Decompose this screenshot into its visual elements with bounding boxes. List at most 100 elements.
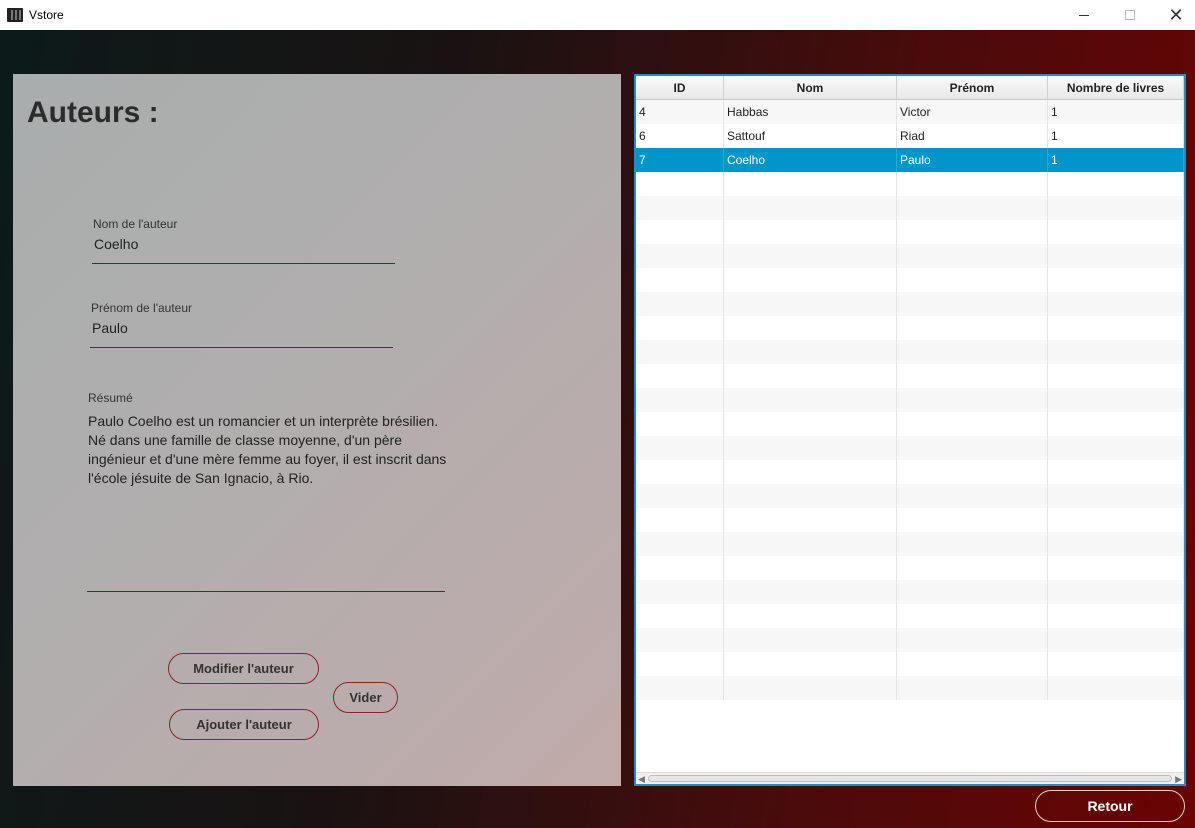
- empty-cell: [897, 604, 1048, 628]
- empty-cell: [897, 484, 1048, 508]
- horizontal-scrollbar[interactable]: ◀ ▶: [636, 772, 1184, 784]
- empty-cell: [636, 340, 724, 364]
- empty-cell: [1048, 604, 1184, 628]
- empty-cell: [636, 172, 724, 196]
- column-header-books[interactable]: Nombre de livres: [1048, 76, 1184, 100]
- table-row-empty: [636, 628, 1184, 652]
- column-header-prenom[interactable]: Prénom: [897, 76, 1048, 100]
- empty-cell: [1048, 580, 1184, 604]
- table-row-empty: [636, 388, 1184, 412]
- empty-cell: [724, 364, 897, 388]
- empty-cell: [1048, 340, 1184, 364]
- empty-cell: [724, 460, 897, 484]
- empty-cell: [724, 244, 897, 268]
- add-author-button[interactable]: Ajouter l'auteur: [169, 709, 319, 740]
- empty-cell: [897, 220, 1048, 244]
- author-name-underline: [92, 263, 395, 264]
- empty-cell: [1048, 652, 1184, 676]
- empty-cell: [897, 556, 1048, 580]
- empty-cell: [636, 604, 724, 628]
- empty-cell: [1048, 316, 1184, 340]
- empty-cell: [1048, 364, 1184, 388]
- main-area: Auteurs : Nom de l'auteur Coelho Prénom …: [0, 30, 1195, 828]
- summary-label: Résumé: [88, 391, 133, 405]
- modify-author-button[interactable]: Modifier l'auteur: [168, 653, 319, 684]
- author-name-label: Nom de l'auteur: [93, 217, 178, 231]
- author-firstname-input[interactable]: Paulo: [91, 320, 394, 336]
- empty-cell: [1048, 220, 1184, 244]
- empty-cell: [724, 532, 897, 556]
- cell-id: 4: [636, 100, 724, 124]
- table-row-empty: [636, 196, 1184, 220]
- author-firstname-underline: [90, 347, 393, 348]
- empty-cell: [897, 172, 1048, 196]
- table-row-empty: [636, 508, 1184, 532]
- empty-cell: [1048, 532, 1184, 556]
- table-row-empty: [636, 556, 1184, 580]
- minimize-icon: [1079, 14, 1089, 16]
- clear-button[interactable]: Vider: [333, 682, 398, 713]
- empty-cell: [897, 676, 1048, 700]
- empty-cell: [636, 484, 724, 508]
- empty-cell: [1048, 556, 1184, 580]
- author-firstname-field[interactable]: Prénom de l'auteur Paulo: [91, 301, 394, 336]
- scroll-left-icon[interactable]: ◀: [638, 773, 645, 784]
- table-row-empty: [636, 484, 1184, 508]
- table-row-empty: [636, 220, 1184, 244]
- table-row-selected[interactable]: 7 Coelho Paulo 1: [636, 148, 1184, 172]
- back-button[interactable]: Retour: [1035, 790, 1185, 822]
- empty-cell: [636, 628, 724, 652]
- summary-field: Résumé: [88, 391, 133, 405]
- close-button[interactable]: ✕: [1153, 0, 1195, 30]
- page-title: Auteurs :: [27, 96, 159, 129]
- cell-nom: Coelho: [724, 148, 897, 172]
- table-row-empty: [636, 172, 1184, 196]
- empty-cell: [724, 556, 897, 580]
- scroll-right-icon[interactable]: ▶: [1175, 773, 1182, 784]
- table-row-empty: [636, 268, 1184, 292]
- empty-cell: [897, 652, 1048, 676]
- cell-nom: Habbas: [724, 100, 897, 124]
- author-name-input[interactable]: Coelho: [93, 236, 396, 252]
- authors-table[interactable]: ID Nom Prénom Nombre de livres 4 Habbas …: [634, 74, 1186, 786]
- empty-cell: [1048, 196, 1184, 220]
- cell-books: 1: [1048, 124, 1184, 148]
- maximize-button[interactable]: [1107, 0, 1153, 30]
- author-firstname-label: Prénom de l'auteur: [91, 301, 193, 315]
- empty-cell: [724, 196, 897, 220]
- empty-cell: [1048, 172, 1184, 196]
- empty-cell: [897, 388, 1048, 412]
- empty-cell: [636, 316, 724, 340]
- cell-books: 1: [1048, 100, 1184, 124]
- minimize-button[interactable]: [1061, 0, 1107, 30]
- empty-cell: [636, 556, 724, 580]
- empty-cell: [1048, 436, 1184, 460]
- column-header-nom[interactable]: Nom: [724, 76, 897, 100]
- table-row-empty: [636, 244, 1184, 268]
- table-row[interactable]: 4 Habbas Victor 1: [636, 100, 1184, 124]
- empty-cell: [636, 460, 724, 484]
- empty-cell: [724, 436, 897, 460]
- column-header-id[interactable]: ID: [636, 76, 724, 100]
- scrollbar-thumb[interactable]: [648, 775, 1172, 782]
- empty-cell: [897, 628, 1048, 652]
- empty-cell: [724, 220, 897, 244]
- empty-cell: [724, 580, 897, 604]
- table-row[interactable]: 6 Sattouf Riad 1: [636, 124, 1184, 148]
- empty-cell: [897, 436, 1048, 460]
- empty-cell: [1048, 244, 1184, 268]
- empty-cell: [636, 292, 724, 316]
- cell-prenom: Riad: [897, 124, 1048, 148]
- author-name-field[interactable]: Nom de l'auteur Coelho: [93, 217, 396, 252]
- empty-cell: [1048, 460, 1184, 484]
- table-row-empty: [636, 532, 1184, 556]
- cell-prenom: Victor: [897, 100, 1048, 124]
- empty-cell: [636, 652, 724, 676]
- author-form-panel: Auteurs : Nom de l'auteur Coelho Prénom …: [13, 74, 621, 786]
- table-row-empty: [636, 316, 1184, 340]
- empty-cell: [636, 388, 724, 412]
- empty-cell: [897, 292, 1048, 316]
- empty-cell: [1048, 484, 1184, 508]
- summary-textarea[interactable]: Paulo Coelho est un romancier et un inte…: [88, 412, 448, 488]
- empty-cell: [636, 676, 724, 700]
